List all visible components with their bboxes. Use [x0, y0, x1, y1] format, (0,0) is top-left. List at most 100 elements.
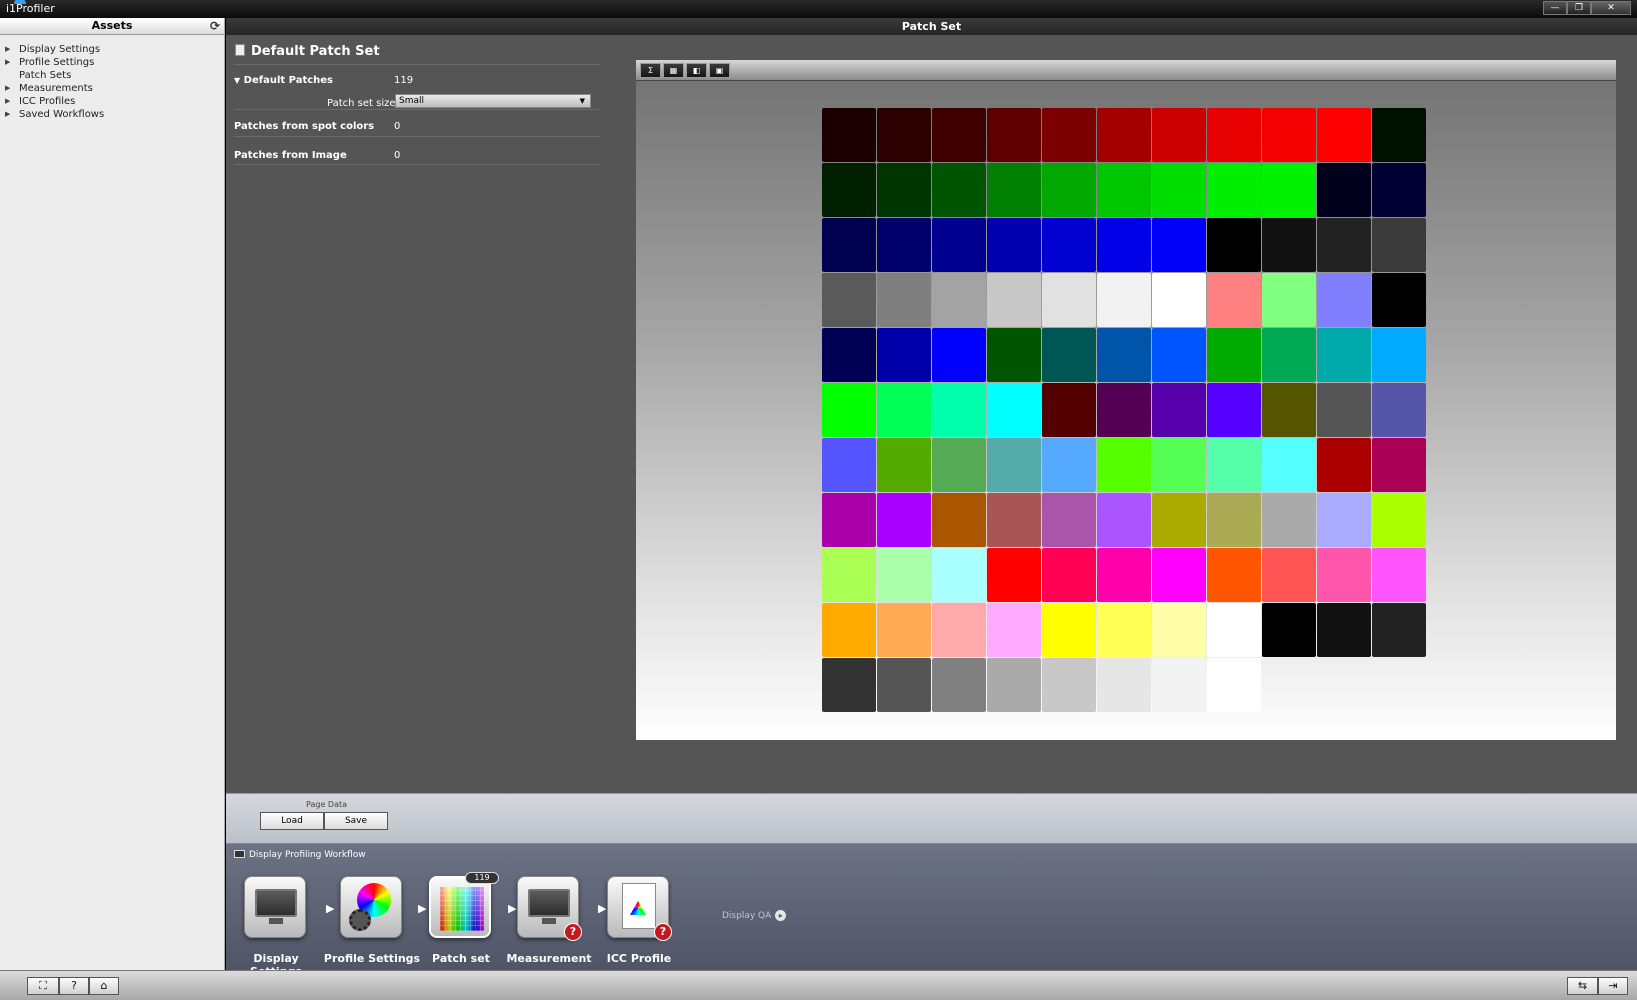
color-patch[interactable]	[1372, 438, 1426, 492]
color-patch[interactable]	[1372, 108, 1426, 162]
display-qa-link[interactable]: Display QA ▸	[722, 910, 787, 921]
color-patch[interactable]	[987, 218, 1041, 272]
color-patch[interactable]	[1317, 163, 1371, 217]
color-patch[interactable]	[1207, 493, 1261, 547]
color-patch[interactable]	[987, 658, 1041, 712]
color-patch[interactable]	[1317, 273, 1371, 327]
color-patch[interactable]	[987, 328, 1041, 382]
color-patch[interactable]	[822, 218, 876, 272]
maximize-button[interactable]: ❐	[1567, 1, 1591, 15]
color-patch[interactable]	[877, 383, 931, 437]
color-patch[interactable]	[1042, 328, 1096, 382]
color-patch[interactable]	[822, 328, 876, 382]
help-button[interactable]: ?	[59, 977, 89, 995]
tree-item-icc-profiles[interactable]: ▶ ICC Profiles	[0, 95, 224, 108]
color-patch[interactable]	[1317, 108, 1371, 162]
color-patch[interactable]	[877, 603, 931, 657]
step-display-settings[interactable]: Display Settings	[226, 876, 326, 978]
color-patch[interactable]	[1317, 218, 1371, 272]
color-patch[interactable]	[1097, 273, 1151, 327]
color-patch[interactable]	[1372, 383, 1426, 437]
color-patch[interactable]	[1262, 493, 1316, 547]
collapse-arrow-icon[interactable]: ▼	[234, 76, 240, 85]
fullscreen-button[interactable]: ⛶	[27, 977, 59, 995]
color-patch[interactable]	[1097, 493, 1151, 547]
color-patch[interactable]	[1207, 328, 1261, 382]
color-patch[interactable]	[1097, 603, 1151, 657]
color-patch[interactable]	[877, 438, 931, 492]
color-patch[interactable]	[877, 548, 931, 602]
color-patch[interactable]	[822, 273, 876, 327]
display-settings-icon[interactable]	[244, 876, 306, 938]
color-patch[interactable]	[822, 438, 876, 492]
refresh-icon[interactable]: ⟳	[210, 18, 220, 34]
expand-arrow-icon[interactable]: ▶	[5, 108, 10, 121]
statistics-view-button[interactable]: Σ	[640, 63, 661, 78]
color-patch[interactable]	[932, 218, 986, 272]
from-image-label[interactable]: Patches from Image	[234, 150, 347, 161]
color-patch[interactable]	[822, 163, 876, 217]
color-patch[interactable]	[932, 383, 986, 437]
default-patches-label[interactable]: ▼ Default Patches	[234, 75, 333, 86]
color-patch[interactable]	[1152, 383, 1206, 437]
color-patch[interactable]	[1317, 438, 1371, 492]
color-patch[interactable]	[1152, 658, 1206, 712]
close-button[interactable]: ✕	[1591, 1, 1631, 15]
color-patch[interactable]	[1207, 658, 1261, 712]
save-button[interactable]: Save	[324, 812, 388, 830]
color-patch[interactable]	[1317, 493, 1371, 547]
color-patch[interactable]	[1372, 273, 1426, 327]
color-patch[interactable]	[1042, 383, 1096, 437]
color-patch[interactable]	[1262, 328, 1316, 382]
tree-item-saved-workflows[interactable]: ▶ Saved Workflows	[0, 108, 224, 121]
color-patch[interactable]	[1372, 603, 1426, 657]
profile-settings-icon[interactable]	[340, 876, 402, 938]
tree-item-display-settings[interactable]: ▶ Display Settings	[0, 43, 224, 56]
color-patch[interactable]	[1317, 548, 1371, 602]
color-patch[interactable]	[1372, 328, 1426, 382]
color-patch[interactable]	[1207, 603, 1261, 657]
color-patch[interactable]	[1372, 493, 1426, 547]
color-patch[interactable]	[1042, 438, 1096, 492]
workflow-toggle-button[interactable]: ⇆	[1567, 977, 1598, 995]
step-profile-settings[interactable]: Profile Settings	[322, 876, 422, 968]
split-view-button[interactable]: ◧	[686, 63, 707, 78]
expand-arrow-icon[interactable]: ▶	[5, 56, 10, 69]
color-patch[interactable]	[1042, 273, 1096, 327]
icc-profile-icon[interactable]: ?	[607, 876, 672, 941]
color-patch[interactable]	[1042, 218, 1096, 272]
color-patch[interactable]	[877, 328, 931, 382]
color-patch[interactable]	[932, 108, 986, 162]
color-patch[interactable]	[987, 108, 1041, 162]
color-patch[interactable]	[1152, 438, 1206, 492]
color-patch[interactable]	[1207, 108, 1261, 162]
patch-set-size-select[interactable]: Small ▼	[395, 94, 591, 108]
color-patch[interactable]	[1207, 218, 1261, 272]
color-patch[interactable]	[1097, 108, 1151, 162]
color-patch[interactable]	[932, 273, 986, 327]
step-icc-profile[interactable]: ? ICC Profile	[589, 876, 689, 968]
color-patch[interactable]	[1097, 328, 1151, 382]
home-button[interactable]: ⌂	[89, 977, 119, 995]
color-patch[interactable]	[932, 658, 986, 712]
color-patch[interactable]	[822, 108, 876, 162]
color-patch[interactable]	[1152, 218, 1206, 272]
color-patch[interactable]	[932, 438, 986, 492]
color-patch[interactable]	[822, 603, 876, 657]
color-patch[interactable]	[1317, 603, 1371, 657]
color-patch[interactable]	[877, 218, 931, 272]
color-patch[interactable]	[932, 493, 986, 547]
color-patch[interactable]	[1097, 383, 1151, 437]
color-patch[interactable]	[987, 548, 1041, 602]
color-patch[interactable]	[987, 603, 1041, 657]
color-patch[interactable]	[1097, 438, 1151, 492]
color-patch[interactable]	[1097, 218, 1151, 272]
image-view-button[interactable]: ▣	[709, 63, 730, 78]
color-patch[interactable]	[1372, 218, 1426, 272]
color-patch[interactable]	[1207, 383, 1261, 437]
color-patch[interactable]	[1262, 548, 1316, 602]
color-patch[interactable]	[1317, 383, 1371, 437]
color-patch[interactable]	[822, 658, 876, 712]
color-patch[interactable]	[932, 548, 986, 602]
color-patch[interactable]	[1042, 658, 1096, 712]
